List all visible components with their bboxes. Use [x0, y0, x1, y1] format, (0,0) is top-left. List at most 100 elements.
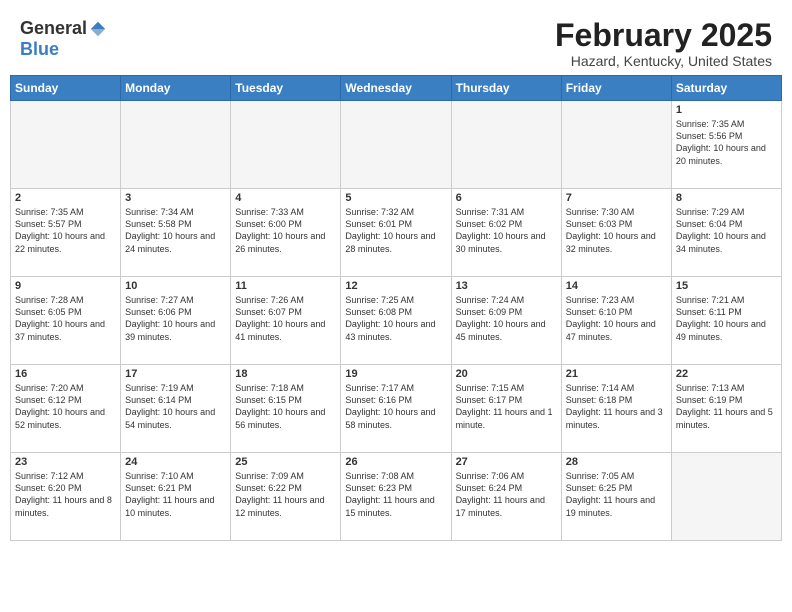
day-info: Sunrise: 7:27 AM Sunset: 6:06 PM Dayligh… [125, 294, 226, 343]
day-of-week-header: Sunday [11, 76, 121, 101]
day-info: Sunrise: 7:28 AM Sunset: 6:05 PM Dayligh… [15, 294, 116, 343]
calendar-day-cell: 23 Sunrise: 7:12 AM Sunset: 6:20 PM Dayli… [11, 453, 121, 541]
calendar-day-cell [121, 101, 231, 189]
title-block: February 2025 Hazard, Kentucky, United S… [555, 18, 772, 69]
day-info: Sunrise: 7:26 AM Sunset: 6:07 PM Dayligh… [235, 294, 336, 343]
calendar-day-cell: 11 Sunrise: 7:26 AM Sunset: 6:07 PM Dayli… [231, 277, 341, 365]
day-of-week-header: Friday [561, 76, 671, 101]
calendar-day-cell: 12 Sunrise: 7:25 AM Sunset: 6:08 PM Dayli… [341, 277, 451, 365]
day-number: 23 [15, 456, 116, 468]
day-info: Sunrise: 7:08 AM Sunset: 6:23 PM Dayligh… [345, 470, 446, 519]
day-number: 6 [456, 192, 557, 204]
day-info: Sunrise: 7:19 AM Sunset: 6:14 PM Dayligh… [125, 382, 226, 431]
calendar-day-cell [231, 101, 341, 189]
calendar-day-cell: 24 Sunrise: 7:10 AM Sunset: 6:21 PM Dayli… [121, 453, 231, 541]
calendar-day-cell: 27Sunrise: 7:06 AM Sunset: 6:24 PM Dayli… [451, 453, 561, 541]
calendar-day-cell: 4 Sunrise: 7:33 AM Sunset: 6:00 PM Daylig… [231, 189, 341, 277]
calendar-day-cell: 7 Sunrise: 7:30 AM Sunset: 6:03 PM Daylig… [561, 189, 671, 277]
calendar-day-cell: 22 Sunrise: 7:13 AM Sunset: 6:19 PM Dayli… [671, 365, 781, 453]
day-info: Sunrise: 7:24 AM Sunset: 6:09 PM Dayligh… [456, 294, 557, 343]
day-info: Sunrise: 7:05 AM Sunset: 6:25 PM Dayligh… [566, 470, 667, 519]
calendar-week-row: 23 Sunrise: 7:12 AM Sunset: 6:20 PM Dayli… [11, 453, 782, 541]
day-info: Sunrise: 7:35 AM Sunset: 5:56 PM Dayligh… [676, 118, 777, 167]
day-info: Sunrise: 7:25 AM Sunset: 6:08 PM Dayligh… [345, 294, 446, 343]
day-number: 4 [235, 192, 336, 204]
day-number: 9 [15, 280, 116, 292]
calendar-day-cell: 2Sunrise: 7:35 AM Sunset: 5:57 PM Daylig… [11, 189, 121, 277]
calendar-week-row: 1 Sunrise: 7:35 AM Sunset: 5:56 PM Daylig… [11, 101, 782, 189]
logo: General Blue [20, 18, 107, 60]
calendar-day-cell: 21 Sunrise: 7:14 AM Sunset: 6:18 PM Dayli… [561, 365, 671, 453]
day-info: Sunrise: 7:29 AM Sunset: 6:04 PM Dayligh… [676, 206, 777, 255]
calendar-day-cell: 13 Sunrise: 7:24 AM Sunset: 6:09 PM Dayli… [451, 277, 561, 365]
day-number: 26 [345, 456, 446, 468]
day-number: 27 [456, 456, 557, 468]
calendar-day-cell: 8 Sunrise: 7:29 AM Sunset: 6:04 PM Daylig… [671, 189, 781, 277]
day-number: 8 [676, 192, 777, 204]
logo-general-text: General [20, 18, 87, 39]
day-info: Sunrise: 7:32 AM Sunset: 6:01 PM Dayligh… [345, 206, 446, 255]
day-number: 14 [566, 280, 667, 292]
day-number: 28 [566, 456, 667, 468]
day-info: Sunrise: 7:14 AM Sunset: 6:18 PM Dayligh… [566, 382, 667, 431]
day-number: 13 [456, 280, 557, 292]
day-info: Sunrise: 7:33 AM Sunset: 6:00 PM Dayligh… [235, 206, 336, 255]
calendar-day-cell [451, 101, 561, 189]
calendar-day-cell: 19 Sunrise: 7:17 AM Sunset: 6:16 PM Dayli… [341, 365, 451, 453]
day-number: 18 [235, 368, 336, 380]
day-info: Sunrise: 7:17 AM Sunset: 6:16 PM Dayligh… [345, 382, 446, 431]
day-info: Sunrise: 7:09 AM Sunset: 6:22 PM Dayligh… [235, 470, 336, 519]
calendar-day-cell: 25 Sunrise: 7:09 AM Sunset: 6:22 PM Dayli… [231, 453, 341, 541]
calendar-table: SundayMondayTuesdayWednesdayThursdayFrid… [10, 75, 782, 541]
day-number: 16 [15, 368, 116, 380]
day-number: 10 [125, 280, 226, 292]
day-number: 24 [125, 456, 226, 468]
day-info: Sunrise: 7:31 AM Sunset: 6:02 PM Dayligh… [456, 206, 557, 255]
day-info: Sunrise: 7:12 AM Sunset: 6:20 PM Dayligh… [15, 470, 116, 519]
day-number: 19 [345, 368, 446, 380]
day-number: 21 [566, 368, 667, 380]
day-info: Sunrise: 7:13 AM Sunset: 6:19 PM Dayligh… [676, 382, 777, 431]
day-number: 3 [125, 192, 226, 204]
calendar-day-cell: 6 Sunrise: 7:31 AM Sunset: 6:02 PM Daylig… [451, 189, 561, 277]
day-number: 11 [235, 280, 336, 292]
calendar-day-cell [11, 101, 121, 189]
day-number: 20 [456, 368, 557, 380]
calendar-week-row: 16Sunrise: 7:20 AM Sunset: 6:12 PM Dayli… [11, 365, 782, 453]
day-info: Sunrise: 7:10 AM Sunset: 6:21 PM Dayligh… [125, 470, 226, 519]
calendar-header-row: SundayMondayTuesdayWednesdayThursdayFrid… [11, 76, 782, 101]
logo-blue-text: Blue [20, 39, 59, 60]
day-number: 25 [235, 456, 336, 468]
calendar-day-cell: 15 Sunrise: 7:21 AM Sunset: 6:11 PM Dayli… [671, 277, 781, 365]
day-info: Sunrise: 7:30 AM Sunset: 6:03 PM Dayligh… [566, 206, 667, 255]
day-info: Sunrise: 7:15 AM Sunset: 6:17 PM Dayligh… [456, 382, 557, 431]
calendar-day-cell [561, 101, 671, 189]
day-of-week-header: Saturday [671, 76, 781, 101]
page-header: General Blue February 2025 Hazard, Kentu… [10, 10, 782, 75]
calendar-day-cell: 3Sunrise: 7:34 AM Sunset: 5:58 PM Daylig… [121, 189, 231, 277]
day-of-week-header: Monday [121, 76, 231, 101]
day-info: Sunrise: 7:18 AM Sunset: 6:15 PM Dayligh… [235, 382, 336, 431]
day-number: 5 [345, 192, 446, 204]
calendar-day-cell: 18 Sunrise: 7:18 AM Sunset: 6:15 PM Dayli… [231, 365, 341, 453]
day-number: 2 [15, 192, 116, 204]
calendar-day-cell: 16Sunrise: 7:20 AM Sunset: 6:12 PM Dayli… [11, 365, 121, 453]
day-number: 15 [676, 280, 777, 292]
day-number: 17 [125, 368, 226, 380]
location-text: Hazard, Kentucky, United States [555, 53, 772, 69]
day-number: 12 [345, 280, 446, 292]
day-of-week-header: Wednesday [341, 76, 451, 101]
calendar-day-cell: 14 Sunrise: 7:23 AM Sunset: 6:10 PM Dayli… [561, 277, 671, 365]
day-info: Sunrise: 7:23 AM Sunset: 6:10 PM Dayligh… [566, 294, 667, 343]
calendar-day-cell: 17 Sunrise: 7:19 AM Sunset: 6:14 PM Dayli… [121, 365, 231, 453]
calendar-week-row: 2Sunrise: 7:35 AM Sunset: 5:57 PM Daylig… [11, 189, 782, 277]
day-number: 1 [676, 104, 777, 116]
logo-icon [89, 20, 107, 38]
day-info: Sunrise: 7:21 AM Sunset: 6:11 PM Dayligh… [676, 294, 777, 343]
day-number: 22 [676, 368, 777, 380]
day-number: 7 [566, 192, 667, 204]
calendar-day-cell [671, 453, 781, 541]
calendar-day-cell: 26 Sunrise: 7:08 AM Sunset: 6:23 PM Dayli… [341, 453, 451, 541]
calendar-day-cell: 20 Sunrise: 7:15 AM Sunset: 6:17 PM Dayli… [451, 365, 561, 453]
calendar-day-cell: 5 Sunrise: 7:32 AM Sunset: 6:01 PM Daylig… [341, 189, 451, 277]
